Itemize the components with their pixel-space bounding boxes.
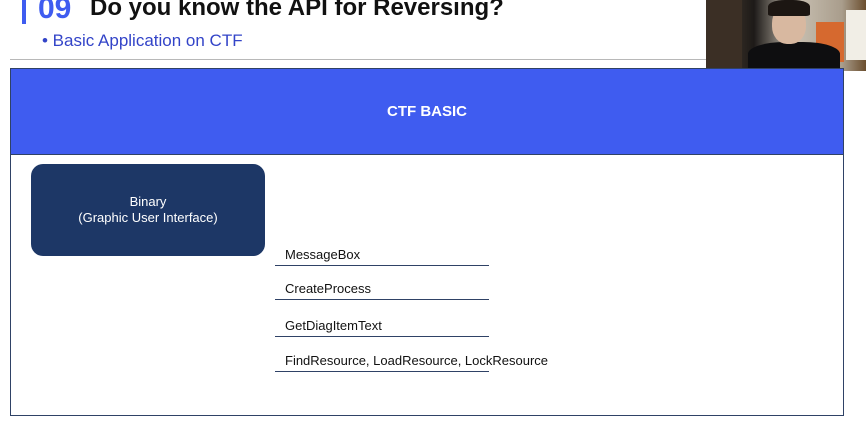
binary-box-title: Binary	[129, 194, 167, 209]
api-item: CreateProcess	[275, 279, 489, 300]
api-item-label: GetDiagItemText	[285, 318, 382, 333]
webcam-presenter-hair	[768, 0, 810, 16]
api-item: FindResource, LoadResource, LockResource	[275, 351, 548, 372]
api-item: GetDiagItemText	[275, 316, 489, 337]
api-item-label: FindResource, LoadResource, LockResource	[285, 353, 549, 368]
diagram-header: CTF BASIC	[11, 69, 843, 155]
slide-number: 09	[38, 0, 72, 25]
api-item-label: CreateProcess	[285, 281, 371, 296]
api-item-label: MessageBox	[285, 247, 361, 262]
api-item: MessageBox	[275, 245, 489, 266]
header-divider	[10, 59, 706, 60]
slide-subtitle: • Basic Application on CTF	[42, 31, 243, 50]
slide-title: Do you know the API for Reversing?	[90, 0, 504, 21]
webcam-door	[706, 0, 742, 71]
diagram-header-label: CTF BASIC	[387, 103, 467, 120]
title-accent-bar	[22, 0, 26, 24]
webcam-shelf-light	[846, 10, 866, 60]
webcam-feed	[706, 0, 866, 71]
binary-box-subtitle: (Graphic User Interface)	[78, 210, 218, 225]
ctf-diagram: CTF BASIC Binary (Graphic User Interface…	[10, 68, 844, 416]
binary-box: Binary (Graphic User Interface)	[31, 164, 265, 256]
webcam-presenter-shirt	[748, 42, 840, 71]
